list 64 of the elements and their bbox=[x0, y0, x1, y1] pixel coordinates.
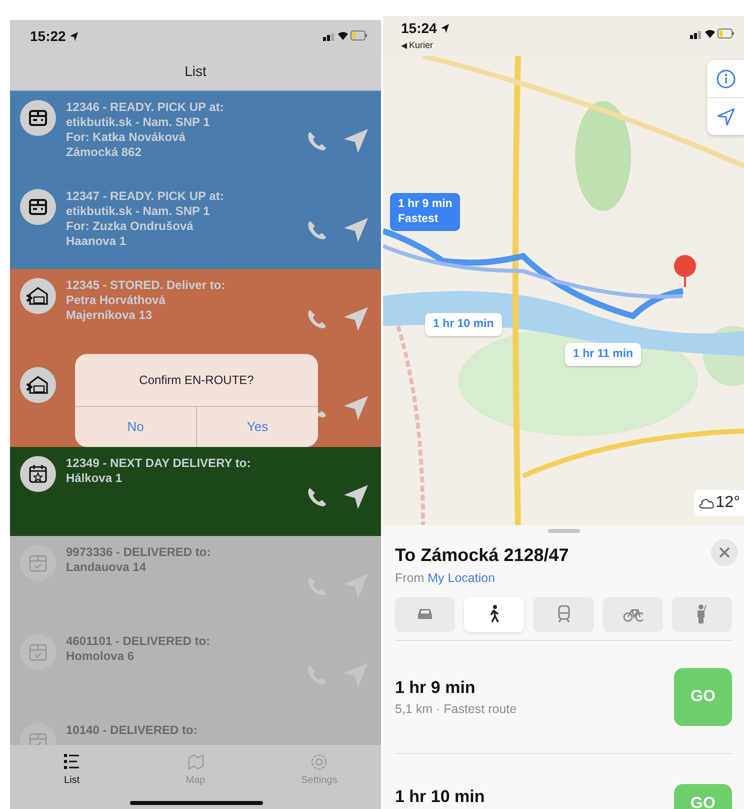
location-arrow-icon bbox=[440, 23, 450, 34]
alert-button[interactable]: Yes bbox=[196, 407, 318, 447]
box-icon bbox=[20, 189, 56, 225]
order-text: For: Zuzka Ondrušová bbox=[66, 219, 194, 234]
order-text: Zámocká 862 bbox=[66, 145, 142, 160]
order-text: Landauova 14 bbox=[66, 560, 148, 575]
route-duration: 1 hr 9 min bbox=[395, 676, 476, 699]
location-arrow-icon bbox=[68, 30, 79, 42]
from-text: From My Location bbox=[395, 570, 496, 587]
order-text: Haanova 1 bbox=[66, 234, 128, 249]
order-text: 12346 - READY. PICK UP at: bbox=[66, 100, 225, 115]
route-duration: 1 hr 10 min bbox=[395, 786, 485, 808]
alert-message: Confirm EN-ROUTE? bbox=[75, 354, 318, 407]
route-details: 5,1 km · Fastest route bbox=[395, 701, 517, 718]
order-text: Hálkova 1 bbox=[66, 471, 124, 486]
order-text: Homolova 6 bbox=[66, 649, 136, 664]
order-text: For: Katka Nováková bbox=[66, 130, 186, 145]
order-row[interactable]: 12349 - NEXT DAY DELIVERY to: Hálkova 1 bbox=[10, 447, 381, 536]
cloud-icon bbox=[698, 497, 714, 509]
info-icon bbox=[716, 68, 736, 88]
box-icon bbox=[20, 100, 56, 136]
box-icon bbox=[20, 634, 56, 670]
back-link[interactable]: Kurier bbox=[401, 39, 450, 52]
close-button[interactable] bbox=[711, 539, 738, 566]
order-text: 9973336 - DELIVERED to: bbox=[66, 545, 212, 560]
order-text: etikbutik.sk - Nam. SNP 1 bbox=[66, 204, 211, 219]
order-text: 12349 - NEXT DAY DELIVERY to: bbox=[66, 456, 252, 471]
status-time: 15:22 bbox=[30, 26, 66, 46]
box-icon bbox=[20, 545, 56, 581]
tab-bar-item[interactable]: Map bbox=[134, 745, 258, 809]
go-button[interactable]: GO bbox=[674, 668, 732, 726]
order-text: etikbutik.sk - Nam. SNP 1 bbox=[66, 115, 211, 130]
map-icon bbox=[186, 753, 204, 771]
back-arrow-icon bbox=[401, 42, 407, 49]
tab-bar-item[interactable]: Settings bbox=[257, 745, 381, 809]
order-text: 12347 - READY. PICK UP at: bbox=[66, 189, 225, 204]
alert-button[interactable]: No bbox=[75, 407, 196, 447]
warehouse-icon bbox=[20, 367, 56, 403]
order-text: Majerníkova 13 bbox=[66, 308, 154, 323]
location-arrow-icon bbox=[716, 106, 736, 126]
settings-icon bbox=[310, 753, 328, 771]
screen-title: List bbox=[184, 62, 206, 80]
order-text: 4601101 - DELIVERED to: bbox=[66, 634, 212, 649]
status-icons bbox=[323, 30, 367, 42]
order-text: 10140 - DELIVERED to: bbox=[66, 723, 198, 738]
tab-bar-item[interactable]: List bbox=[10, 745, 134, 809]
calendar-icon bbox=[20, 456, 56, 492]
route-callout[interactable]: 1 hr 10 min bbox=[425, 313, 502, 336]
go-button[interactable]: GO bbox=[674, 784, 732, 809]
status-time: 15:24 bbox=[401, 19, 437, 38]
navigation-icon[interactable] bbox=[343, 484, 369, 510]
route-callout[interactable]: 1 hr 9 min Fastest bbox=[390, 193, 460, 231]
route-callout[interactable]: 1 hr 11 min bbox=[565, 343, 642, 366]
close-icon bbox=[719, 547, 730, 558]
list-icon bbox=[62, 753, 81, 771]
order-text: 12345 - STORED. Deliver to: bbox=[66, 278, 226, 293]
status-icons bbox=[690, 28, 734, 40]
directions-title: To Zámocká 2128/47 bbox=[395, 544, 569, 567]
warehouse-icon bbox=[20, 278, 56, 314]
location-link[interactable]: My Location bbox=[428, 571, 496, 585]
order-text: Petra Horváthová bbox=[66, 293, 166, 308]
transport-mode-tab[interactable] bbox=[464, 596, 524, 632]
weather-badge: 12° bbox=[694, 490, 744, 516]
hailing-person-icon bbox=[696, 604, 707, 624]
